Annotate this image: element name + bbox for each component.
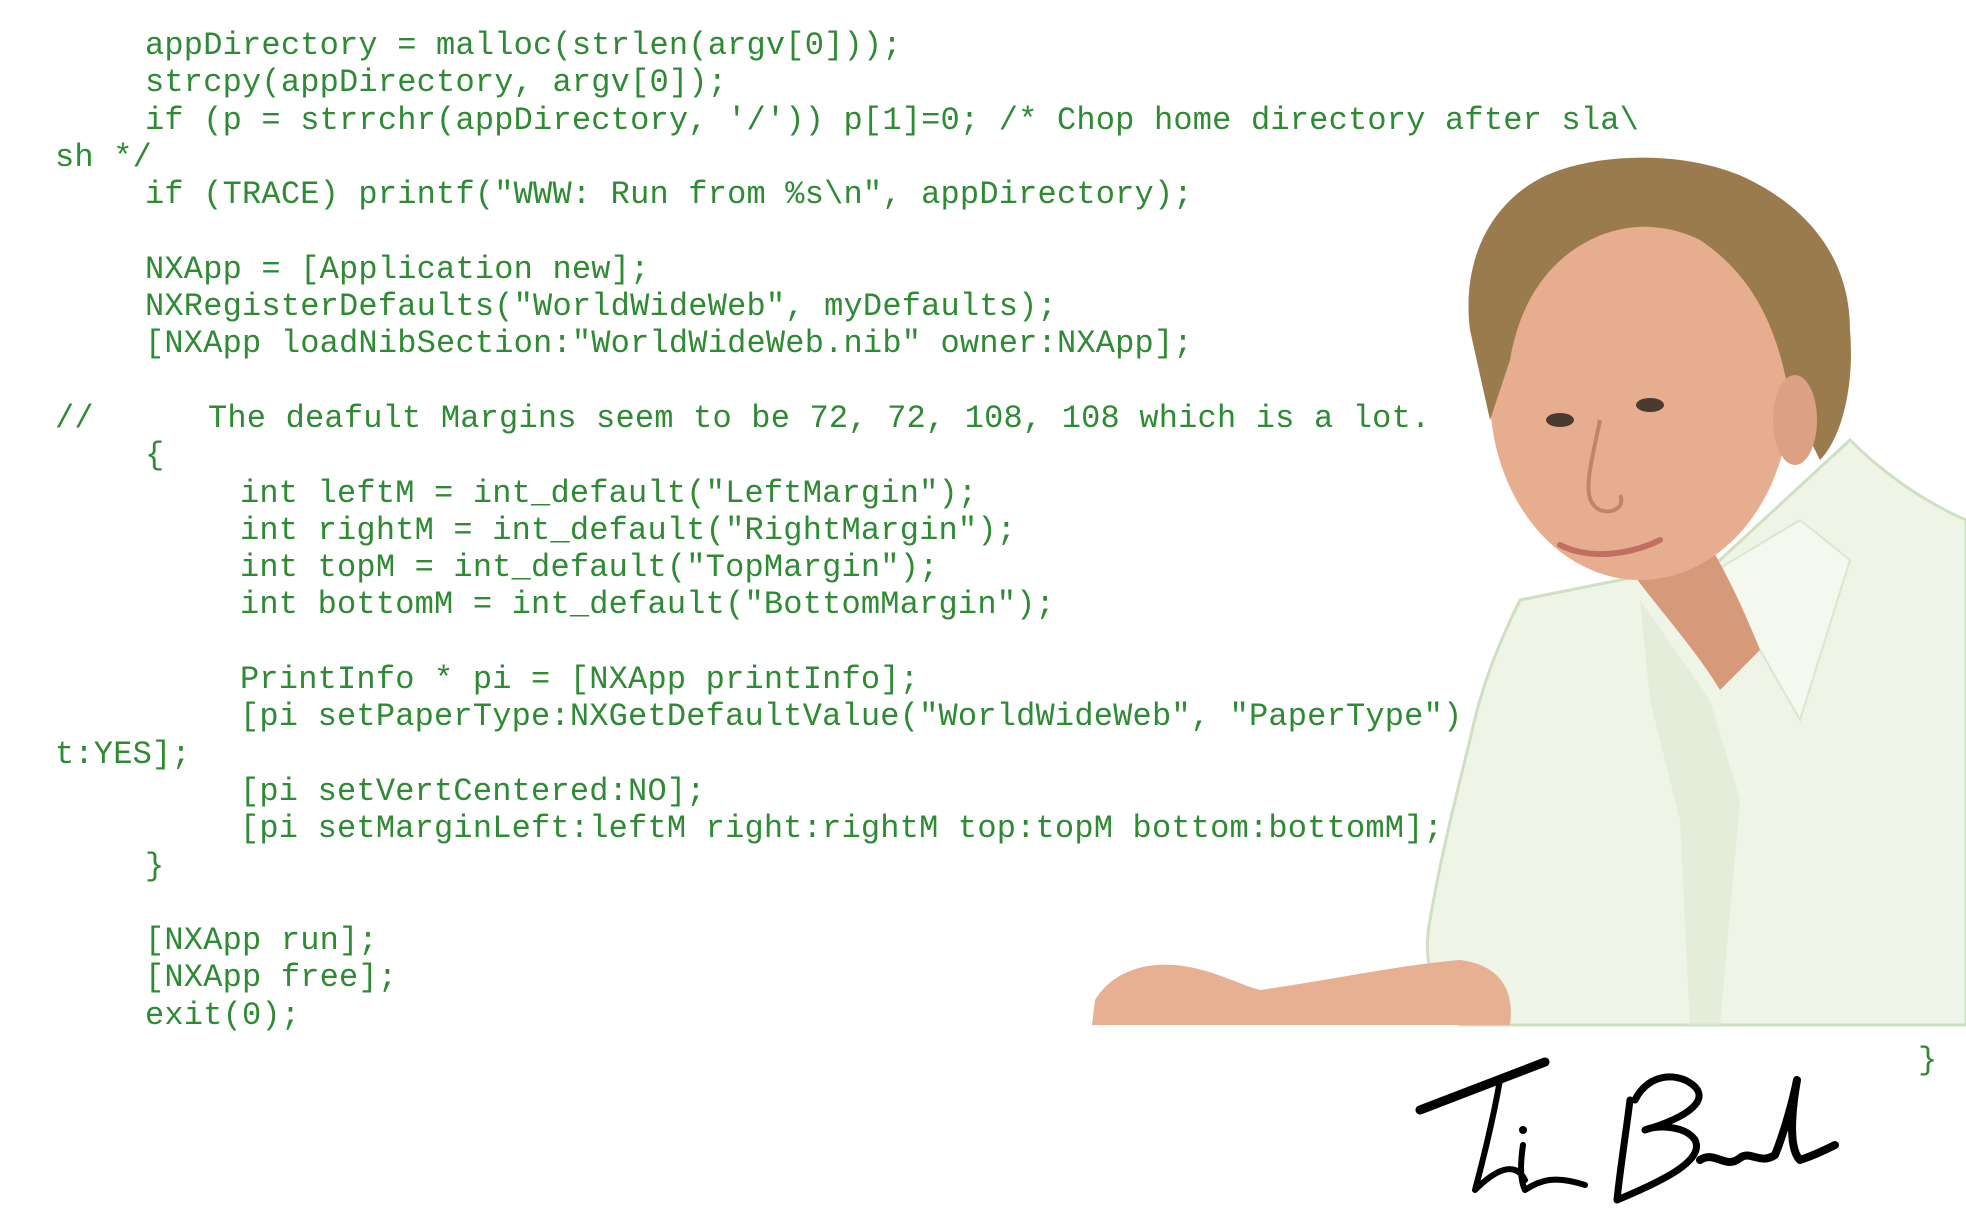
code-line-text: [NXApp loadNibSection:"WorldWideWeb.nib"… xyxy=(145,325,1193,363)
code-line-text: appDirectory = malloc(strlen(argv[0])); xyxy=(145,27,902,64)
code-line: int topM = int_default("TopMargin"); xyxy=(0,549,1966,586)
code-line-text: if (p = strrchr(appDirectory, '/')) p[1]… xyxy=(145,101,1640,139)
code-line-text: int topM = int_default("TopMargin"); xyxy=(240,549,939,587)
signature-stroke-T-bar xyxy=(1415,1057,1550,1115)
code-line-text: int rightM = int_default("RightMargin"); xyxy=(240,511,1017,549)
code-line: // The deafult Margins seem to be 72, 72,… xyxy=(0,400,1966,437)
code-line: [pi setMarginLeft:leftM right:rightM top… xyxy=(0,810,1966,847)
source-code-listing: appDirectory = malloc(strlen(argv[0])); s… xyxy=(0,27,1966,1034)
signature-dot xyxy=(1519,1126,1527,1134)
code-line: if (p = strrchr(appDirectory, '/')) p[1]… xyxy=(0,102,1966,139)
code-line-text: if (TRACE) printf("WWW: Run from %s\n", … xyxy=(145,176,1193,214)
signature-stroke-B xyxy=(1613,1073,1703,1204)
code-line: NXApp = [Application new]; xyxy=(0,251,1966,288)
code-line: int bottomM = int_default("BottomMargin"… xyxy=(0,586,1966,623)
code-line-text: { xyxy=(145,437,165,475)
closing-brace: } xyxy=(1918,1042,1938,1079)
code-line: PrintInfo * pi = [NXApp printInfo]; xyxy=(0,661,1966,698)
code-line: t:YES]; xyxy=(0,736,1966,773)
code-line-text: [NXApp run]; xyxy=(145,922,378,960)
code-line-text: [pi setVertCentered:NO]; xyxy=(240,772,706,810)
code-line: appDirectory = malloc(strlen(argv[0])); xyxy=(0,27,1966,64)
code-line: int rightM = int_default("RightMargin"); xyxy=(0,512,1966,549)
code-line-text: strcpy(appDirectory, argv[0]); xyxy=(145,64,728,102)
code-line: [NXApp free]; xyxy=(0,959,1966,996)
code-line: [pi setVertCentered:NO]; xyxy=(0,773,1966,810)
signature xyxy=(1415,1057,1839,1204)
code-line: int leftM = int_default("LeftMargin"); xyxy=(0,475,1966,512)
code-line: [NXApp run]; xyxy=(0,922,1966,959)
code-line-text: [NXApp free]; xyxy=(145,959,398,997)
code-line: NXRegisterDefaults("WorldWideWeb", myDef… xyxy=(0,288,1966,325)
code-line-text: NXApp = [Application new]; xyxy=(145,250,650,288)
code-line-text: int leftM = int_default("LeftMargin"); xyxy=(240,474,978,512)
code-line-text: // xyxy=(55,399,94,437)
code-line: } xyxy=(0,848,1966,885)
code-line: { xyxy=(0,437,1966,474)
code-line: [pi setPaperType:NXGetDefaultValue("Worl… xyxy=(0,698,1966,735)
code-line-text: PrintInfo * pi = [NXApp printInfo]; xyxy=(240,661,920,699)
code-line-text: int bottomM = int_default("BottomMargin"… xyxy=(240,586,1055,624)
code-line: sh */ xyxy=(0,139,1966,176)
signature-stroke-erners xyxy=(1696,1076,1839,1166)
signature-stroke-T-stem xyxy=(1472,1077,1528,1193)
code-line-text: NXRegisterDefaults("WorldWideWeb", myDef… xyxy=(145,288,1057,326)
code-comment-text: The deafult Margins seem to be 72, 72, 1… xyxy=(208,399,1431,437)
code-line: exit(0); xyxy=(0,997,1966,1034)
code-line-text: [pi setMarginLeft:leftM right:rightM top… xyxy=(240,810,1443,848)
code-line: [NXApp loadNibSection:"WorldWideWeb.nib"… xyxy=(0,325,1966,362)
code-line: strcpy(appDirectory, argv[0]); xyxy=(0,64,1966,101)
code-line-text: t:YES]; xyxy=(55,735,191,773)
code-line-text: [pi setPaperType:NXGetDefaultValue("Worl… xyxy=(240,698,1502,736)
signature-stroke-im xyxy=(1517,1142,1588,1193)
code-line-text: exit(0); xyxy=(145,996,301,1034)
code-line-text: sh */ xyxy=(55,138,153,176)
code-line: if (TRACE) printf("WWW: Run from %s\n", … xyxy=(0,176,1966,213)
code-line-text: } xyxy=(145,847,165,885)
